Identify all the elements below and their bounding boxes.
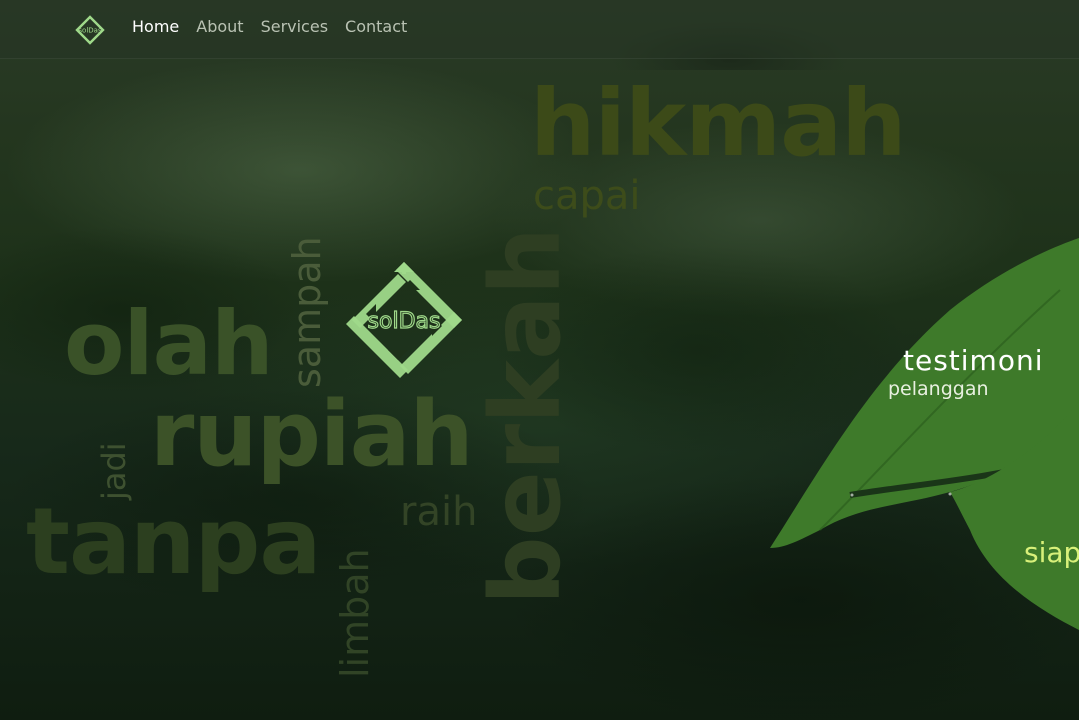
nav-about-link[interactable]: About (196, 17, 243, 36)
center-logo-text: solDas (368, 309, 441, 334)
word-hikmah: hikmah (530, 70, 907, 177)
nav-home-link[interactable]: Home (132, 17, 179, 36)
testimonial-title[interactable]: testimoni (903, 344, 1043, 377)
word-capai: capai (533, 173, 641, 219)
word-jadi: jadi (95, 442, 133, 500)
navbar: solDas Home About Services Contact (0, 0, 1079, 59)
testimonial-subtitle: pelanggan (888, 378, 989, 400)
leaf-illustration (770, 238, 1079, 630)
soldas-logo-icon[interactable]: solDas (74, 14, 106, 46)
nav-services-link[interactable]: Services (261, 17, 328, 36)
soldas-center-logo: solDas (346, 262, 462, 378)
testimonial-teaser: siap (1024, 536, 1079, 569)
word-raih: raih (400, 489, 478, 535)
word-tanpa: tanpa (26, 488, 321, 595)
nav-links: Home About Services Contact (132, 17, 407, 36)
word-rupiah: rupiah (150, 382, 474, 487)
nav-contact-link[interactable]: Contact (345, 17, 407, 36)
word-sampah: sampah (285, 236, 329, 388)
word-limbah: limbah (333, 548, 377, 678)
nav-logo-text: solDas (78, 27, 102, 35)
word-olah: olah (64, 292, 274, 395)
word-berkah: berkah (470, 226, 582, 605)
